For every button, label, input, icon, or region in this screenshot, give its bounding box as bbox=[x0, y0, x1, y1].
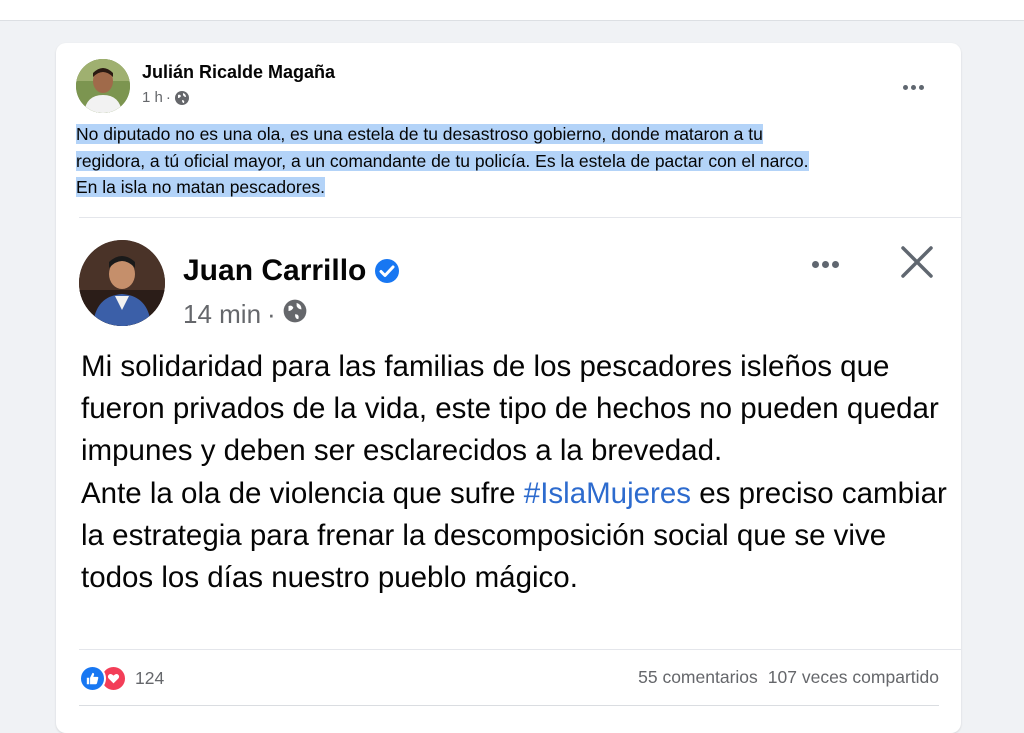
close-icon bbox=[901, 246, 933, 278]
author-name[interactable]: Julián Ricalde Magaña bbox=[142, 62, 335, 83]
meta-separator: · bbox=[165, 89, 171, 106]
reactions-summary[interactable]: 124 bbox=[79, 665, 164, 692]
author-avatar[interactable] bbox=[76, 59, 130, 113]
post-card: Julián Ricalde Magaña 1 h · No diputado … bbox=[56, 43, 961, 733]
verified-badge-icon bbox=[374, 258, 400, 284]
shared-paragraph: Ante la ola de violencia que sufre #Isla… bbox=[81, 473, 951, 600]
top-bar bbox=[0, 0, 1024, 21]
shared-more-options-button[interactable] bbox=[803, 250, 847, 278]
post-text-line: regidora, a tú oficial mayor, a un coman… bbox=[76, 150, 809, 171]
post-time[interactable]: 1 h bbox=[142, 89, 163, 106]
comments-count-link[interactable]: 55 comentarios bbox=[638, 667, 758, 688]
engagement-stats: 55 comentarios 107 veces compartido bbox=[638, 667, 939, 688]
shared-paragraph: Mi solidaridad para las familias de los … bbox=[81, 350, 939, 468]
reaction-count: 124 bbox=[135, 668, 165, 688]
like-reaction-icon bbox=[79, 665, 106, 692]
post-text: No diputado no es una ola, es una estela… bbox=[76, 121, 946, 201]
shared-meta-separator: · bbox=[267, 299, 276, 329]
more-options-button[interactable] bbox=[895, 75, 931, 99]
post-meta: 1 h · bbox=[142, 89, 190, 106]
shared-author-avatar[interactable] bbox=[79, 240, 165, 326]
divider bbox=[79, 649, 961, 650]
post-footer: 124 55 comentarios 107 veces compartido bbox=[79, 661, 939, 695]
globe-icon bbox=[282, 298, 308, 331]
shares-count-link[interactable]: 107 veces compartido bbox=[768, 667, 939, 688]
post-header: Julián Ricalde Magaña 1 h · bbox=[76, 59, 941, 115]
more-dots-icon bbox=[811, 260, 839, 268]
more-dots-icon bbox=[902, 84, 924, 90]
shared-post-text: Mi solidaridad para las familias de los … bbox=[81, 346, 951, 599]
shared-post[interactable]: Juan Carrillo 14 min · Mi solidaridad pa… bbox=[79, 217, 961, 650]
close-button[interactable] bbox=[895, 240, 939, 284]
post-text-line: No diputado no es una ola, es una estela… bbox=[76, 124, 763, 144]
shared-author-name[interactable]: Juan Carrillo bbox=[183, 254, 400, 288]
footer-divider bbox=[79, 705, 939, 706]
globe-icon bbox=[174, 90, 190, 106]
hashtag-link[interactable]: #IslaMujeres bbox=[524, 477, 691, 510]
paragraph-text: Ante la ola de violencia que sufre bbox=[81, 476, 524, 510]
post-text-line: En la isla no matan pescadores. bbox=[76, 177, 326, 197]
shared-post-meta: 14 min · bbox=[183, 298, 308, 331]
shared-post-time[interactable]: 14 min bbox=[183, 299, 261, 330]
shared-author-label: Juan Carrillo bbox=[183, 254, 367, 287]
